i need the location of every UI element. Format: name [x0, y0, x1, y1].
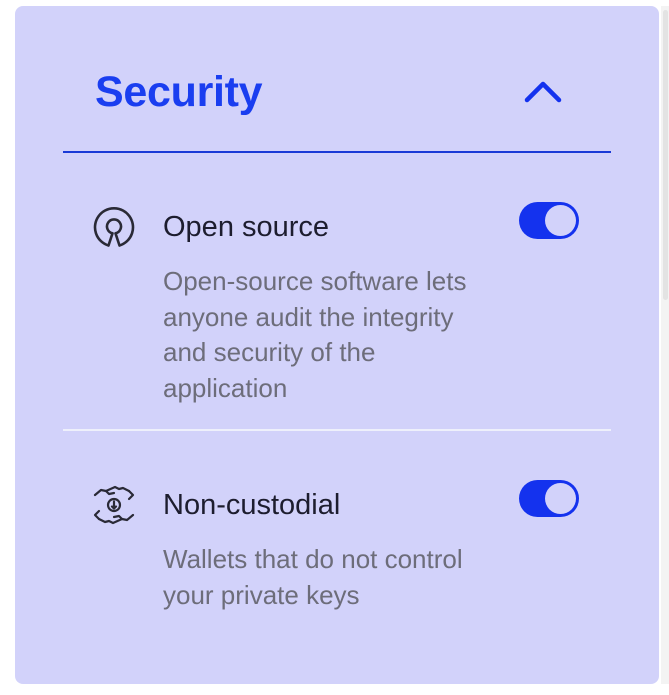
- feature-title: Non-custodial: [163, 489, 341, 521]
- chevron-up-icon: [524, 81, 562, 103]
- section-header[interactable]: Security: [63, 55, 611, 153]
- hands-coin-icon: [91, 482, 137, 528]
- divider: [63, 429, 611, 431]
- section-title: Security: [95, 68, 263, 116]
- toggle-knob: [545, 483, 576, 514]
- feature-title: Open source: [163, 211, 330, 243]
- feature-open-source: Open source Open-source software lets an…: [63, 200, 611, 410]
- collapse-button[interactable]: [521, 73, 565, 109]
- scrollbar-thumb[interactable]: [663, 10, 668, 300]
- non-custodial-toggle[interactable]: [519, 480, 579, 517]
- open-source-icon: [91, 203, 137, 249]
- feature-non-custodial: Non-custodial Wallets that do not contro…: [63, 478, 611, 628]
- open-source-toggle[interactable]: [519, 202, 579, 239]
- feature-description: Wallets that do not control your private…: [163, 544, 463, 610]
- toggle-knob: [545, 205, 576, 236]
- feature-description: Open-source software lets anyone audit t…: [163, 266, 467, 403]
